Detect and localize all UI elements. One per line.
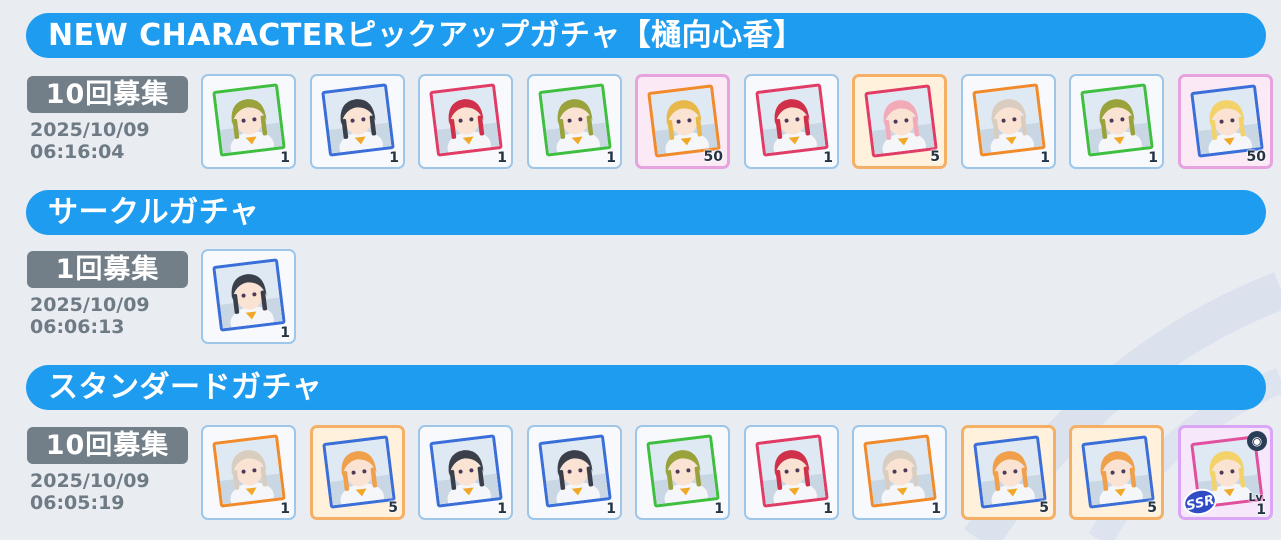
gacha-section-title: スタンダードガチャ [26, 365, 1266, 410]
card-quantity: 1 [1040, 150, 1050, 166]
character-card[interactable]: 50 [1178, 74, 1273, 169]
character-card[interactable]: 1 [418, 74, 513, 169]
character-portrait [212, 258, 286, 332]
card-quantity: 50 [703, 149, 723, 165]
character-card[interactable]: 1 [310, 74, 405, 169]
character-card[interactable]: 50 [635, 74, 730, 169]
card-quantity: 5 [1039, 500, 1049, 516]
card-quantity: 1 [497, 150, 507, 166]
character-card[interactable]: 1 [418, 425, 513, 520]
card-quantity: 1 [1148, 150, 1158, 166]
gacha-section-title: サークルガチャ [26, 190, 1266, 235]
draw-count-badge: 10回募集 [27, 76, 188, 113]
character-card[interactable]: 1 [527, 425, 622, 520]
card-quantity: 5 [1147, 500, 1157, 516]
card-quantity: 1 [931, 501, 941, 517]
card-row: 1 5 1 1 1 1 1 5 5 SSR ◉ Lv. 1 [201, 425, 1273, 520]
character-portrait [538, 434, 612, 508]
card-quantity: 50 [1246, 149, 1266, 165]
character-card[interactable]: 1 [201, 249, 296, 344]
character-card[interactable]: 1 [744, 425, 839, 520]
character-portrait [429, 83, 503, 157]
character-portrait [538, 83, 612, 157]
character-portrait [1190, 84, 1264, 158]
card-quantity: 1 [606, 150, 616, 166]
character-card[interactable]: 1 [744, 74, 839, 169]
character-portrait [864, 84, 938, 158]
character-card[interactable]: 5 [961, 425, 1056, 520]
draw-time: 06:16:04 [30, 141, 125, 163]
character-portrait [755, 434, 829, 508]
character-card[interactable]: 1 [852, 425, 947, 520]
card-quantity: 1 [280, 325, 290, 341]
draw-date: 2025/10/09 [30, 470, 150, 492]
card-quantity: 1 [497, 501, 507, 517]
character-portrait [647, 84, 721, 158]
character-portrait [1081, 435, 1155, 509]
draw-time: 06:06:13 [30, 316, 125, 338]
character-portrait [1080, 83, 1154, 157]
card-quantity: 1 [280, 150, 290, 166]
type-icon: ◉ [1247, 431, 1267, 451]
character-portrait [972, 83, 1046, 157]
draw-date: 2025/10/09 [30, 119, 150, 141]
card-quantity: 5 [388, 500, 398, 516]
level-value: 1 [1256, 502, 1266, 518]
character-card[interactable]: 1 [635, 425, 730, 520]
character-card[interactable]: 5 [852, 74, 947, 169]
character-card[interactable]: 1 [201, 74, 296, 169]
character-card[interactable]: 5 [1069, 425, 1164, 520]
character-portrait [212, 434, 286, 508]
card-quantity: 1 [823, 501, 833, 517]
draw-date: 2025/10/09 [30, 294, 150, 316]
character-portrait [863, 434, 937, 508]
card-quantity: 1 [280, 501, 290, 517]
card-quantity: 1 [389, 150, 399, 166]
draw-count-badge: 1回募集 [27, 251, 188, 288]
card-quantity: 5 [930, 149, 940, 165]
level-label: Lv. 1 [1249, 492, 1266, 518]
card-quantity: 1 [714, 501, 724, 517]
card-row: 1 1 1 1 50 1 5 1 1 50 [201, 74, 1273, 169]
character-portrait [429, 434, 503, 508]
character-portrait [321, 83, 395, 157]
card-quantity: 1 [823, 150, 833, 166]
character-card[interactable]: 1 [1069, 74, 1164, 169]
character-portrait [755, 83, 829, 157]
character-card[interactable]: 1 [961, 74, 1056, 169]
character-card[interactable]: 1 [527, 74, 622, 169]
character-portrait [322, 435, 396, 509]
character-portrait [212, 83, 286, 157]
gacha-section-title: NEW CHARACTERピックアップガチャ【樋向心香】 [26, 13, 1266, 58]
character-card[interactable]: SSR ◉ Lv. 1 [1178, 425, 1273, 520]
character-portrait [973, 435, 1047, 509]
character-portrait [646, 434, 720, 508]
draw-time: 06:05:19 [30, 492, 125, 514]
character-card[interactable]: 5 [310, 425, 405, 520]
draw-count-badge: 10回募集 [27, 427, 188, 464]
character-card[interactable]: 1 [201, 425, 296, 520]
card-quantity: 1 [606, 501, 616, 517]
card-row: 1 [201, 249, 296, 344]
